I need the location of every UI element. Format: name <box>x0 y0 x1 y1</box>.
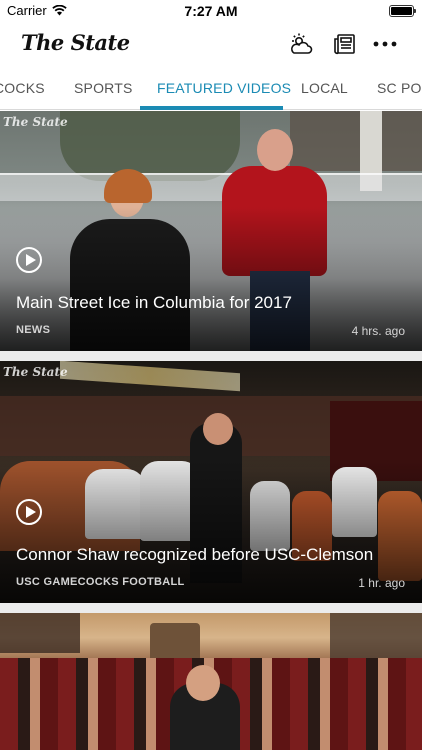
play-icon[interactable] <box>16 247 42 273</box>
section-tabs: COCKS SPORTS FEATURED VIDEOS LOCAL SC PO… <box>0 66 422 110</box>
video-timestamp: 4 hrs. ago <box>351 324 405 338</box>
watermark-logo: The State <box>3 365 68 379</box>
video-card[interactable] <box>0 613 422 750</box>
tab-sc-politics[interactable]: SC POLI <box>377 80 422 96</box>
more-icon[interactable] <box>371 31 399 57</box>
tab-local[interactable]: LOCAL <box>301 80 348 96</box>
tab-gamecocks[interactable]: COCKS <box>0 80 45 96</box>
tab-featured-videos[interactable]: FEATURED VIDEOS <box>157 80 291 96</box>
active-tab-indicator <box>140 106 283 110</box>
battery-icon <box>389 5 416 17</box>
video-card[interactable]: The State Main Street Ice in Columbia fo… <box>0 111 422 351</box>
video-title[interactable]: Main Street Ice in Columbia for 2017 <box>16 293 412 313</box>
video-card[interactable]: The State Connor Shaw recognized before … <box>0 361 422 603</box>
status-bar: Carrier 7:27 AM <box>0 0 422 22</box>
video-section[interactable]: USC GAMECOCKS FOOTBALL <box>16 576 185 588</box>
video-section[interactable]: NEWS <box>16 324 50 336</box>
tab-sports[interactable]: SPORTS <box>74 80 133 96</box>
the-state-logo[interactable]: The State <box>21 30 130 55</box>
card-divider <box>0 603 422 613</box>
app-header: The State <box>0 22 422 66</box>
video-title[interactable]: Connor Shaw recognized before USC-Clemso… <box>16 545 412 565</box>
watermark-logo: The State <box>3 115 68 129</box>
weather-icon[interactable] <box>287 31 315 57</box>
clock: 7:27 AM <box>184 3 238 19</box>
e-edition-icon[interactable] <box>331 31 359 57</box>
play-icon[interactable] <box>16 499 42 525</box>
video-timestamp: 1 hr. ago <box>358 576 405 590</box>
card-divider <box>0 351 422 361</box>
